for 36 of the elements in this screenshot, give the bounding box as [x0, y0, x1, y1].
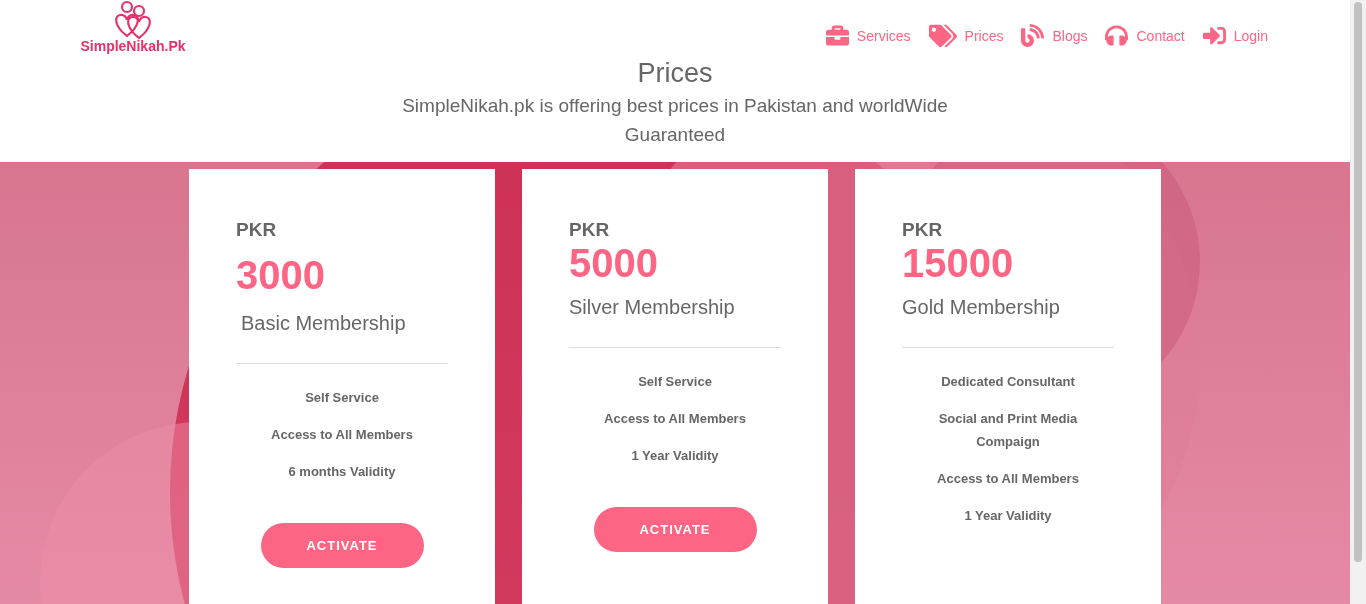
plan-feature: 1 Year Validity [630, 447, 720, 465]
plan-feature: Self Service [637, 373, 713, 391]
plan-feature: 6 months Validity [287, 463, 397, 481]
price-amount: 5000 [569, 241, 659, 286]
plan-feature: Dedicated Consultant [940, 373, 1076, 391]
nav-link[interactable]: Blogs [1021, 17, 1088, 54]
plan-feature: Social and Print Media Compaign [937, 410, 1079, 451]
headphones-icon [1105, 24, 1129, 47]
nav-link[interactable]: Login [1202, 17, 1268, 54]
page-title: Prices [636, 58, 714, 89]
scrollbar-thumb[interactable] [1354, 2, 1362, 562]
plan-name: Basic Membership [240, 312, 407, 335]
plan-feature: 1 Year Validity [963, 507, 1053, 525]
currency-label: PKR [569, 219, 611, 241]
blog-icon [1021, 24, 1045, 47]
page-subtitle: SimpleNikah.pk is offering best prices in Pakistan and worldWide Guaranteed [401, 94, 949, 147]
scrollbar[interactable] [1350, 0, 1366, 604]
nav-link[interactable]: Contact [1105, 17, 1185, 54]
price-amount: 3000 [236, 253, 326, 298]
nav-link[interactable]: Prices [928, 17, 1004, 54]
logo-text[interactable]: SimpleNikah.Pk [80, 38, 186, 54]
plan-name: Silver Membership [569, 296, 736, 319]
activate-button[interactable]: ACTIVATE [593, 507, 757, 552]
price-amount: 15000 [902, 241, 1015, 286]
plan-feature: Access to All Members [270, 426, 414, 444]
plan-feature: Self Service [304, 389, 380, 407]
activate-button[interactable]: ACTIVATE [260, 523, 424, 568]
currency-label: PKR [902, 219, 944, 241]
plan-name: Gold Membership [902, 296, 1061, 319]
hearts-logo-icon [112, 0, 154, 40]
plan-feature: Access to All Members [603, 410, 747, 428]
briefcase-icon [825, 24, 849, 47]
nav-link[interactable]: Services [825, 17, 911, 54]
currency-label: PKR [236, 219, 278, 241]
sign-in-icon [1202, 24, 1226, 47]
plan-feature: Access to All Members [936, 470, 1080, 488]
